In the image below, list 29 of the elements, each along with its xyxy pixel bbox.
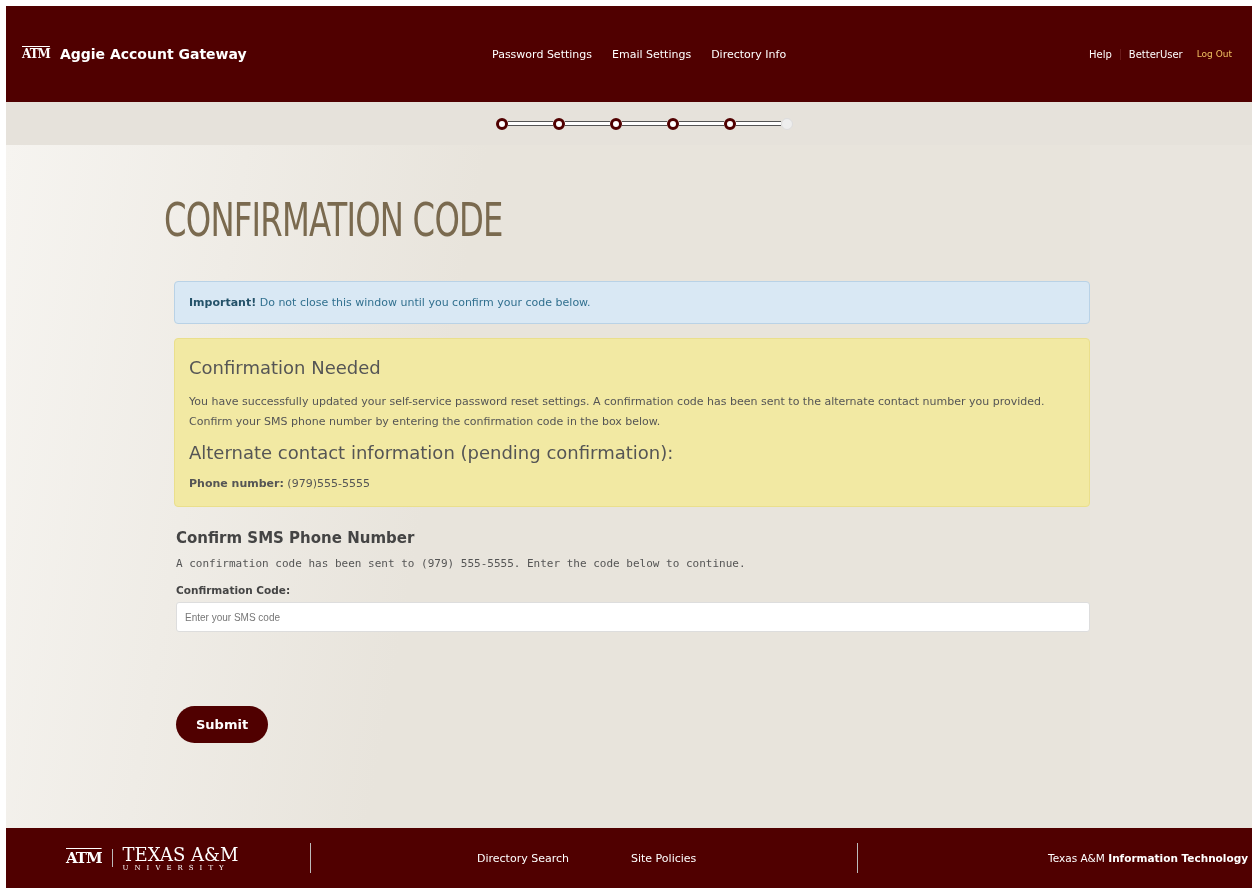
field-label: Confirmation Code: <box>176 584 292 596</box>
university-wordmark: TEXAS A&M <box>122 844 239 864</box>
footer-link[interactable]: Site Policies <box>631 851 697 865</box>
panel-heading: Confirmation Needed <box>189 357 382 378</box>
submit-button[interactable]: Submit <box>176 706 269 743</box>
info-alert: Important! Do not close this window until you confirm your code below. <box>174 281 1090 324</box>
code-input-field[interactable]: Enter your SMS code <box>176 602 1090 632</box>
panel-text: You have successfully updated your self-service password reset settings. A confirmation code has been sent to the alternate contact number you provided. Confirm your SMS phone number by entering the confirmation code in the box below. <box>189 394 1046 430</box>
site-title[interactable]: Aggie Account Gateway <box>59 46 247 62</box>
step-connector <box>735 121 781 126</box>
step-connector <box>507 121 553 126</box>
logo-mark: ATM <box>66 849 113 867</box>
footer-credit: Texas A&M Information Technology <box>1048 852 1249 864</box>
page-title: CONFIRMATION CODE <box>164 193 504 247</box>
footer-link[interactable]: Directory Search <box>477 851 569 865</box>
logo-mark: ATM <box>22 47 50 61</box>
nav-link[interactable]: Email Settings <box>612 47 692 61</box>
phone-number: Phone number: (979)555-5555 <box>189 477 371 490</box>
help-link[interactable]: Help <box>1081 48 1120 60</box>
nav-link[interactable]: Password Settings <box>492 47 592 61</box>
nav-link[interactable]: Directory Info <box>711 47 787 61</box>
section-text: A confirmation code has been sent to (979) 555-5555. Enter the code below to continue. <box>176 557 747 570</box>
step-connector <box>564 121 610 126</box>
logout-link[interactable]: Log Out <box>1190 49 1236 59</box>
section-heading: Confirm SMS Phone Number <box>176 529 416 547</box>
panel-subheading: Alternate contact information (pending confirmation): <box>189 442 675 463</box>
user-link[interactable]: BetterUser <box>1119 48 1191 60</box>
step-connector <box>621 121 667 126</box>
step-connector <box>678 121 724 126</box>
